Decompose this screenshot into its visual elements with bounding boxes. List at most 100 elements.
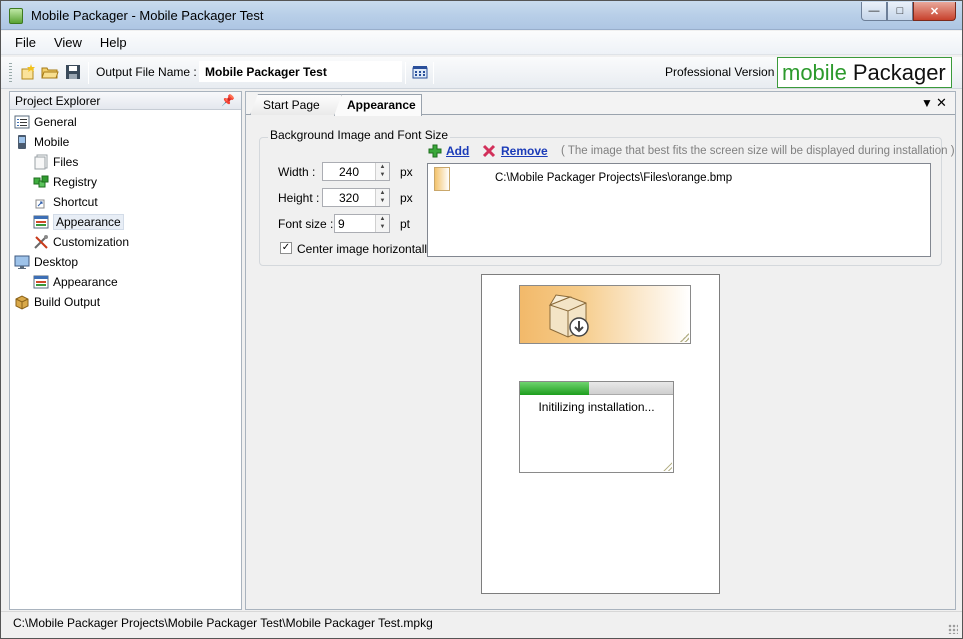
appearance-icon <box>33 274 49 290</box>
new-icon <box>21 64 35 80</box>
tree-item-label: Desktop <box>34 255 79 269</box>
files-icon <box>33 154 49 170</box>
output-file-name-input[interactable]: Mobile Packager Test <box>199 61 402 82</box>
height-stepper[interactable]: 320 ▲ ▼ <box>322 188 390 207</box>
registry-icon <box>33 174 49 190</box>
image-hint-text: ( The image that best fits the screen si… <box>561 145 955 157</box>
tree-item-desktop[interactable]: Desktop <box>14 252 78 272</box>
image-file-path[interactable]: C:\Mobile Packager Projects\Files\orange… <box>495 172 732 184</box>
tree-item-desktop-appearance[interactable]: Appearance <box>33 272 118 292</box>
project-explorer-panel: Project Explorer 📌 General Mobile Files … <box>9 91 242 610</box>
customization-icon <box>33 234 49 250</box>
height-label: Height : <box>278 191 320 205</box>
tree-item-label: General <box>34 115 77 129</box>
center-image-label: Center image horizontally <box>297 242 434 256</box>
window-controls: — □ ✕ <box>861 2 956 21</box>
tree-item-label: Files <box>53 155 79 169</box>
stepper-arrows-icon[interactable]: ▲ ▼ <box>375 189 389 206</box>
save-icon <box>66 65 80 79</box>
tree-item-label: Shortcut <box>53 195 98 209</box>
add-image-button[interactable]: Add <box>428 144 469 158</box>
build-button[interactable] <box>411 63 429 81</box>
build-output-icon <box>14 294 30 310</box>
app-logo-icon <box>9 8 23 24</box>
appearance-icon <box>33 214 49 230</box>
document-area: Start Page Appearance ▼ ✕ Background Ima… <box>245 91 956 610</box>
shortcut-icon <box>33 194 49 210</box>
status-file-path: C:\Mobile Packager Projects\Mobile Packa… <box>13 616 433 630</box>
center-image-checkbox[interactable]: ✓ <box>280 242 292 254</box>
minimize-button[interactable]: — <box>861 2 887 21</box>
open-project-button[interactable] <box>41 63 59 81</box>
project-explorer-header: Project Explorer 📌 <box>10 92 241 110</box>
plus-icon <box>428 144 442 158</box>
height-unit: px <box>400 191 413 205</box>
close-window-button[interactable]: ✕ <box>913 2 956 21</box>
resize-grip-icon[interactable] <box>663 462 672 471</box>
tree-item-label: Build Output <box>34 295 101 309</box>
progress-dialog-preview[interactable]: Initilizing installation... <box>519 381 674 473</box>
brand-logo: mobile Packager <box>777 57 952 88</box>
menu-help[interactable]: Help <box>100 35 127 50</box>
mobile-device-icon <box>14 134 30 150</box>
background-image-preview[interactable] <box>519 285 691 344</box>
new-project-button[interactable] <box>19 63 37 81</box>
tree-item-label: Customization <box>53 235 130 249</box>
image-file-list[interactable]: C:\Mobile Packager Projects\Files\orange… <box>427 163 931 257</box>
tab-list-dropdown-icon[interactable]: ▼ <box>921 96 933 110</box>
tree-item-registry[interactable]: Registry <box>33 172 97 192</box>
width-label: Width : <box>278 165 316 179</box>
pin-icon[interactable]: 📌 <box>221 94 235 107</box>
width-unit: px <box>400 165 413 179</box>
font-size-unit: pt <box>400 217 411 231</box>
status-bar: C:\Mobile Packager Projects\Mobile Packa… <box>1 611 962 638</box>
stepper-arrows-icon[interactable]: ▲ ▼ <box>375 215 389 232</box>
progress-bar <box>520 382 673 395</box>
tree-item-label: Appearance <box>53 214 124 230</box>
close-tab-icon[interactable]: ✕ <box>936 95 947 111</box>
image-thumbnail-icon <box>434 167 450 191</box>
font-size-stepper[interactable]: 9 ▲ ▼ <box>334 214 390 233</box>
resize-grip-icon[interactable] <box>680 333 689 342</box>
device-preview: Initilizing installation... <box>481 274 720 594</box>
progress-text: Initilizing installation... <box>538 400 655 414</box>
menu-view[interactable]: View <box>54 35 82 50</box>
tab-strip: Start Page Appearance ▼ ✕ <box>246 92 955 116</box>
app-window: Mobile Packager - Mobile Packager Test —… <box>0 0 963 639</box>
toolbar: Output File Name : Mobile Packager Test … <box>1 57 962 89</box>
save-project-button[interactable] <box>64 63 82 81</box>
progress-bar-fill <box>520 382 589 395</box>
tree-item-general[interactable]: General <box>14 112 77 132</box>
tree-item-mobile[interactable]: Mobile <box>14 132 69 152</box>
remove-x-icon <box>482 144 496 158</box>
desktop-icon <box>14 254 30 270</box>
output-file-name-label: Output File Name : <box>96 65 197 79</box>
tree-item-label: Appearance <box>53 275 118 289</box>
tree-item-mobile-appearance[interactable]: Appearance <box>33 212 124 232</box>
tab-start-page[interactable]: Start Page <box>250 94 342 115</box>
menu-bar: File View Help <box>1 31 962 55</box>
version-label: Professional Version <box>665 65 775 79</box>
tree-item-files[interactable]: Files <box>33 152 78 172</box>
menu-file[interactable]: File <box>15 35 36 50</box>
width-stepper[interactable]: 240 ▲ ▼ <box>322 162 390 181</box>
general-icon <box>14 114 30 130</box>
groupbox-title: Background Image and Font Size <box>268 128 451 142</box>
stepper-arrows-icon[interactable]: ▲ ▼ <box>375 163 389 180</box>
tree-item-build-output[interactable]: Build Output <box>14 292 100 312</box>
tab-appearance[interactable]: Appearance <box>334 94 422 116</box>
toolbar-grip[interactable] <box>9 63 12 83</box>
window-resize-grip-icon[interactable] <box>948 624 958 634</box>
title-bar: Mobile Packager - Mobile Packager Test —… <box>1 1 962 30</box>
build-grid-icon <box>412 66 428 79</box>
tree-item-customization[interactable]: Customization <box>33 232 129 252</box>
tree-item-shortcut[interactable]: Shortcut <box>33 192 98 212</box>
maximize-button[interactable]: □ <box>887 2 913 21</box>
tree-item-label: Mobile <box>34 135 70 149</box>
logo-text-mobile: mobile <box>782 59 847 85</box>
remove-image-button[interactable]: Remove <box>482 144 548 158</box>
tree-item-label: Registry <box>53 175 98 189</box>
font-size-label: Font size : <box>278 217 334 231</box>
logo-text-packager: Packager <box>852 59 946 85</box>
project-explorer-title: Project Explorer <box>15 94 101 108</box>
